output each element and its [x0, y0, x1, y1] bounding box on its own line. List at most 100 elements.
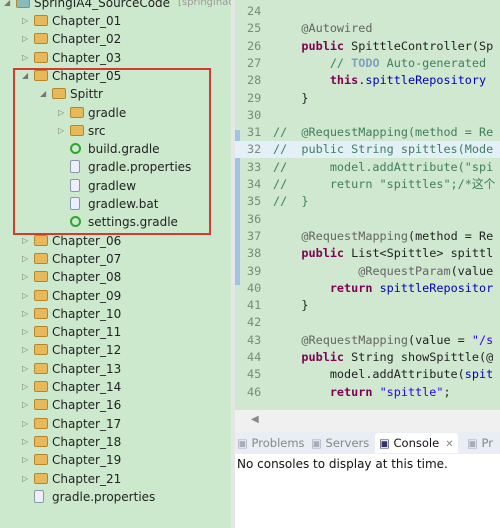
tree-item-label: Chapter_18	[52, 434, 122, 449]
code-line: 29 }	[235, 90, 500, 107]
tab-problems[interactable]: ▣ Problems	[237, 436, 305, 450]
code-line: 41 }	[235, 297, 500, 314]
tree-item-label: Chapter_09	[52, 288, 122, 303]
collapsed-arrow-icon[interactable]: ▷	[22, 451, 28, 469]
collapsed-arrow-icon[interactable]: ▷	[22, 433, 28, 451]
code-text: // model.addAttribute("spi	[273, 159, 494, 174]
line-number: 24	[247, 4, 262, 18]
code-text: @RequestParam(value	[358, 263, 494, 278]
collapsed-arrow-icon[interactable]: ▷	[22, 49, 28, 67]
line-number: 39	[247, 263, 262, 278]
code-editor[interactable]: 24 25 @Autowired 26 public SpittleControll…	[235, 0, 500, 410]
problems-icon: ▣	[237, 436, 252, 450]
folder-icon	[34, 252, 48, 264]
line-number: 30	[247, 107, 262, 122]
code-text: }	[273, 90, 309, 105]
collapsed-arrow-icon[interactable]: ▷	[22, 268, 28, 286]
line-number: 43	[247, 332, 262, 347]
console-message: No consoles to display at this time.	[237, 457, 448, 471]
tree-item-label: Chapter_16	[52, 398, 122, 413]
collapsed-arrow-icon[interactable]: ▷	[22, 323, 28, 341]
folder-icon	[34, 344, 48, 356]
code-text: public SpittleController(Sp	[301, 38, 494, 53]
code-text: // TODO Auto-generated	[329, 55, 487, 70]
line-number: 34	[247, 177, 262, 191]
code-line: 31 // @RequestMapping(method = Re	[235, 124, 500, 141]
code-line: 38 public List<Spittle> spittl	[235, 245, 500, 262]
code-line: 45 model.addAttribute(spit	[235, 366, 500, 383]
collapsed-arrow-icon[interactable]: ▷	[22, 305, 28, 323]
code-text: // }	[273, 194, 309, 209]
highlight-box	[13, 68, 211, 235]
scroll-left-icon[interactable]: ◀	[251, 414, 259, 425]
code-text: public String showSpittle(@	[301, 350, 494, 364]
code-line: 43 @RequestMapping(value = "/s	[235, 332, 500, 349]
code-line: 27 // TODO Auto-generated	[235, 55, 500, 72]
horizontal-scrollbar[interactable]: ◀	[235, 410, 500, 432]
project-icon	[16, 0, 30, 8]
tree-item-label: Chapter_03	[52, 50, 122, 65]
line-number: 41	[247, 298, 262, 313]
folder-icon	[34, 381, 48, 392]
code-line: 42	[235, 314, 500, 331]
collapsed-arrow-icon[interactable]: ▷	[22, 12, 28, 30]
line-number: 38	[247, 246, 262, 261]
line-number: 31	[247, 125, 262, 140]
collapsed-arrow-icon[interactable]: ▷	[22, 360, 28, 378]
folder-icon	[34, 33, 48, 45]
panel-tabs: ▣ Problems ▣ Servers ▣ Console ✕ ▣ Pr	[235, 432, 500, 454]
code-line: 40 return spittleRepositor	[235, 280, 500, 297]
collapsed-arrow-icon[interactable]: ▷	[22, 250, 28, 268]
folder-icon	[34, 289, 48, 301]
tab-pr[interactable]: ▣ Pr	[467, 436, 493, 450]
collapsed-arrow-icon[interactable]: ▷	[22, 30, 28, 48]
tree-item-label: Chapter_17	[52, 416, 122, 431]
folder-icon	[34, 326, 48, 338]
progress-icon: ▣	[467, 436, 482, 450]
collapsed-arrow-icon[interactable]: ▷	[22, 415, 28, 433]
tree-item-label: Chapter_10	[52, 306, 122, 321]
code-line: 36	[235, 211, 500, 228]
code-text: // @RequestMapping(method = Re	[273, 125, 494, 140]
collapsed-arrow-icon[interactable]: ▷	[22, 378, 28, 396]
code-line: 44 public String showSpittle(@	[235, 349, 500, 366]
folder-icon	[34, 454, 48, 466]
code-text: @RequestMapping(value = "/s	[301, 332, 494, 347]
tab-console[interactable]: ▣ Console ✕	[375, 433, 458, 453]
code-line: 35 // }	[235, 193, 500, 210]
project-explorer: ◢ SpringIA4_SourceCode [springinacti ▷ Ch…	[0, 0, 240, 528]
code-line: 26 public SpittleController(Sp	[235, 38, 500, 55]
tree-item-label: Chapter_11	[52, 325, 122, 340]
expanded-arrow-icon[interactable]: ◢	[4, 0, 10, 12]
tab-label: Console	[393, 436, 440, 450]
folder-icon	[34, 399, 48, 411]
collapsed-arrow-icon[interactable]: ▷	[22, 470, 28, 488]
folder-icon	[34, 51, 48, 63]
code-line: 30	[235, 107, 500, 124]
code-line: 28 this.spittleRepository	[235, 72, 500, 89]
code-text: return spittleRepositor	[329, 280, 494, 295]
close-icon[interactable]: ✕	[445, 439, 453, 450]
folder-icon	[34, 362, 48, 374]
code-text: model.addAttribute(spit	[273, 367, 494, 382]
line-number: 42	[247, 315, 262, 330]
line-number: 25	[247, 21, 262, 36]
tree-item-label: Chapter_08	[52, 270, 122, 285]
code-text: return "spittle";	[329, 384, 451, 399]
servers-icon: ▣	[311, 436, 326, 450]
collapsed-arrow-icon[interactable]: ▷	[22, 287, 28, 305]
collapsed-arrow-icon[interactable]: ▷	[22, 396, 28, 414]
code-line: 39 @RequestParam(value	[235, 263, 500, 280]
collapsed-arrow-icon[interactable]: ▷	[22, 341, 28, 359]
file-icon	[34, 489, 44, 503]
tab-servers[interactable]: ▣ Servers	[311, 436, 369, 450]
console-icon: ▣	[379, 436, 394, 450]
line-number: 35	[247, 194, 262, 209]
code-text: this.spittleRepository	[329, 73, 487, 88]
code-text: public List<Spittle> spittl	[301, 246, 494, 261]
tree-item-label: Chapter_01	[52, 14, 122, 28]
tab-label: Servers	[325, 436, 370, 450]
line-number: 44	[247, 350, 262, 364]
code-line: 37 @RequestMapping(method = Re	[235, 228, 500, 245]
tree-item-label: Chapter_12	[52, 343, 122, 358]
